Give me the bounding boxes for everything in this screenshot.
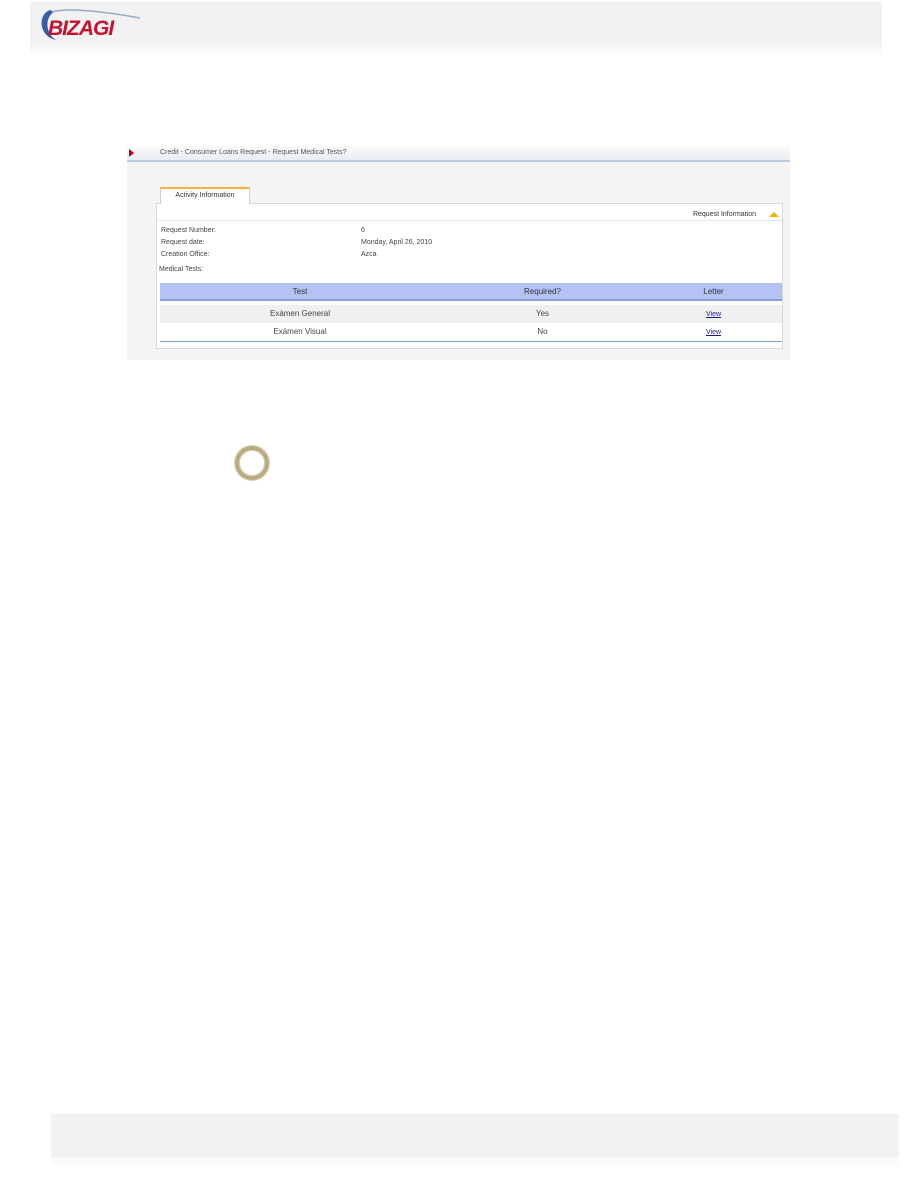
tab-activity-information[interactable]: Activity Information <box>160 187 250 204</box>
request-number-value: 6 <box>361 227 365 234</box>
required-cell: No <box>537 327 548 336</box>
column-header-test[interactable]: Test <box>160 283 440 299</box>
svg-text:BIZAGI: BIZAGI <box>48 17 115 40</box>
column-header-letter[interactable]: Letter <box>645 283 782 299</box>
table-bottom-border <box>160 341 782 342</box>
ring-icon <box>235 446 269 480</box>
breadcrumb: Credit - Consumer Loans Request - Reques… <box>127 146 790 162</box>
breadcrumb-text: Credit - Consumer Loans Request - Reques… <box>160 149 347 156</box>
request-date-value: Monday, April 26, 2010 <box>361 239 433 246</box>
medical-tests-table: Test Required? Letter Exámen General Yes… <box>160 283 782 342</box>
table-row: Exámen Visual No View <box>160 323 782 341</box>
bizagi-logo: BIZAGI <box>36 4 148 44</box>
header-shadow <box>30 42 882 56</box>
breadcrumb-arrow-icon <box>129 149 134 157</box>
letter-cell: View <box>645 323 782 341</box>
table-row: Exámen General Yes View <box>160 305 782 323</box>
medical-tests-label: Medical Tests: <box>159 266 204 273</box>
header-band <box>30 2 882 42</box>
request-number-label: Request Number: <box>161 227 216 234</box>
collapse-up-icon[interactable] <box>769 212 779 217</box>
footer-shadow <box>51 1159 899 1169</box>
section-header[interactable]: Request Information <box>157 209 782 221</box>
section-title: Request Information <box>692 211 756 218</box>
bizagi-logo-mark: BIZAGI <box>41 9 141 40</box>
creation-office-label: Creation Office: <box>161 251 210 258</box>
letter-cell: View <box>645 305 782 323</box>
test-cell: Exámen General <box>269 309 331 318</box>
footer-band <box>51 1114 899 1158</box>
table-header: Test Required? Letter <box>160 283 782 301</box>
view-letter-link[interactable]: View <box>706 329 721 336</box>
request-date-label: Request date: <box>161 239 205 246</box>
creation-office-value: Azca <box>361 251 377 258</box>
required-cell: Yes <box>535 309 550 318</box>
test-cell: Exámen Visual <box>273 327 327 336</box>
view-letter-link[interactable]: View <box>706 311 721 318</box>
column-header-required[interactable]: Required? <box>440 283 645 299</box>
